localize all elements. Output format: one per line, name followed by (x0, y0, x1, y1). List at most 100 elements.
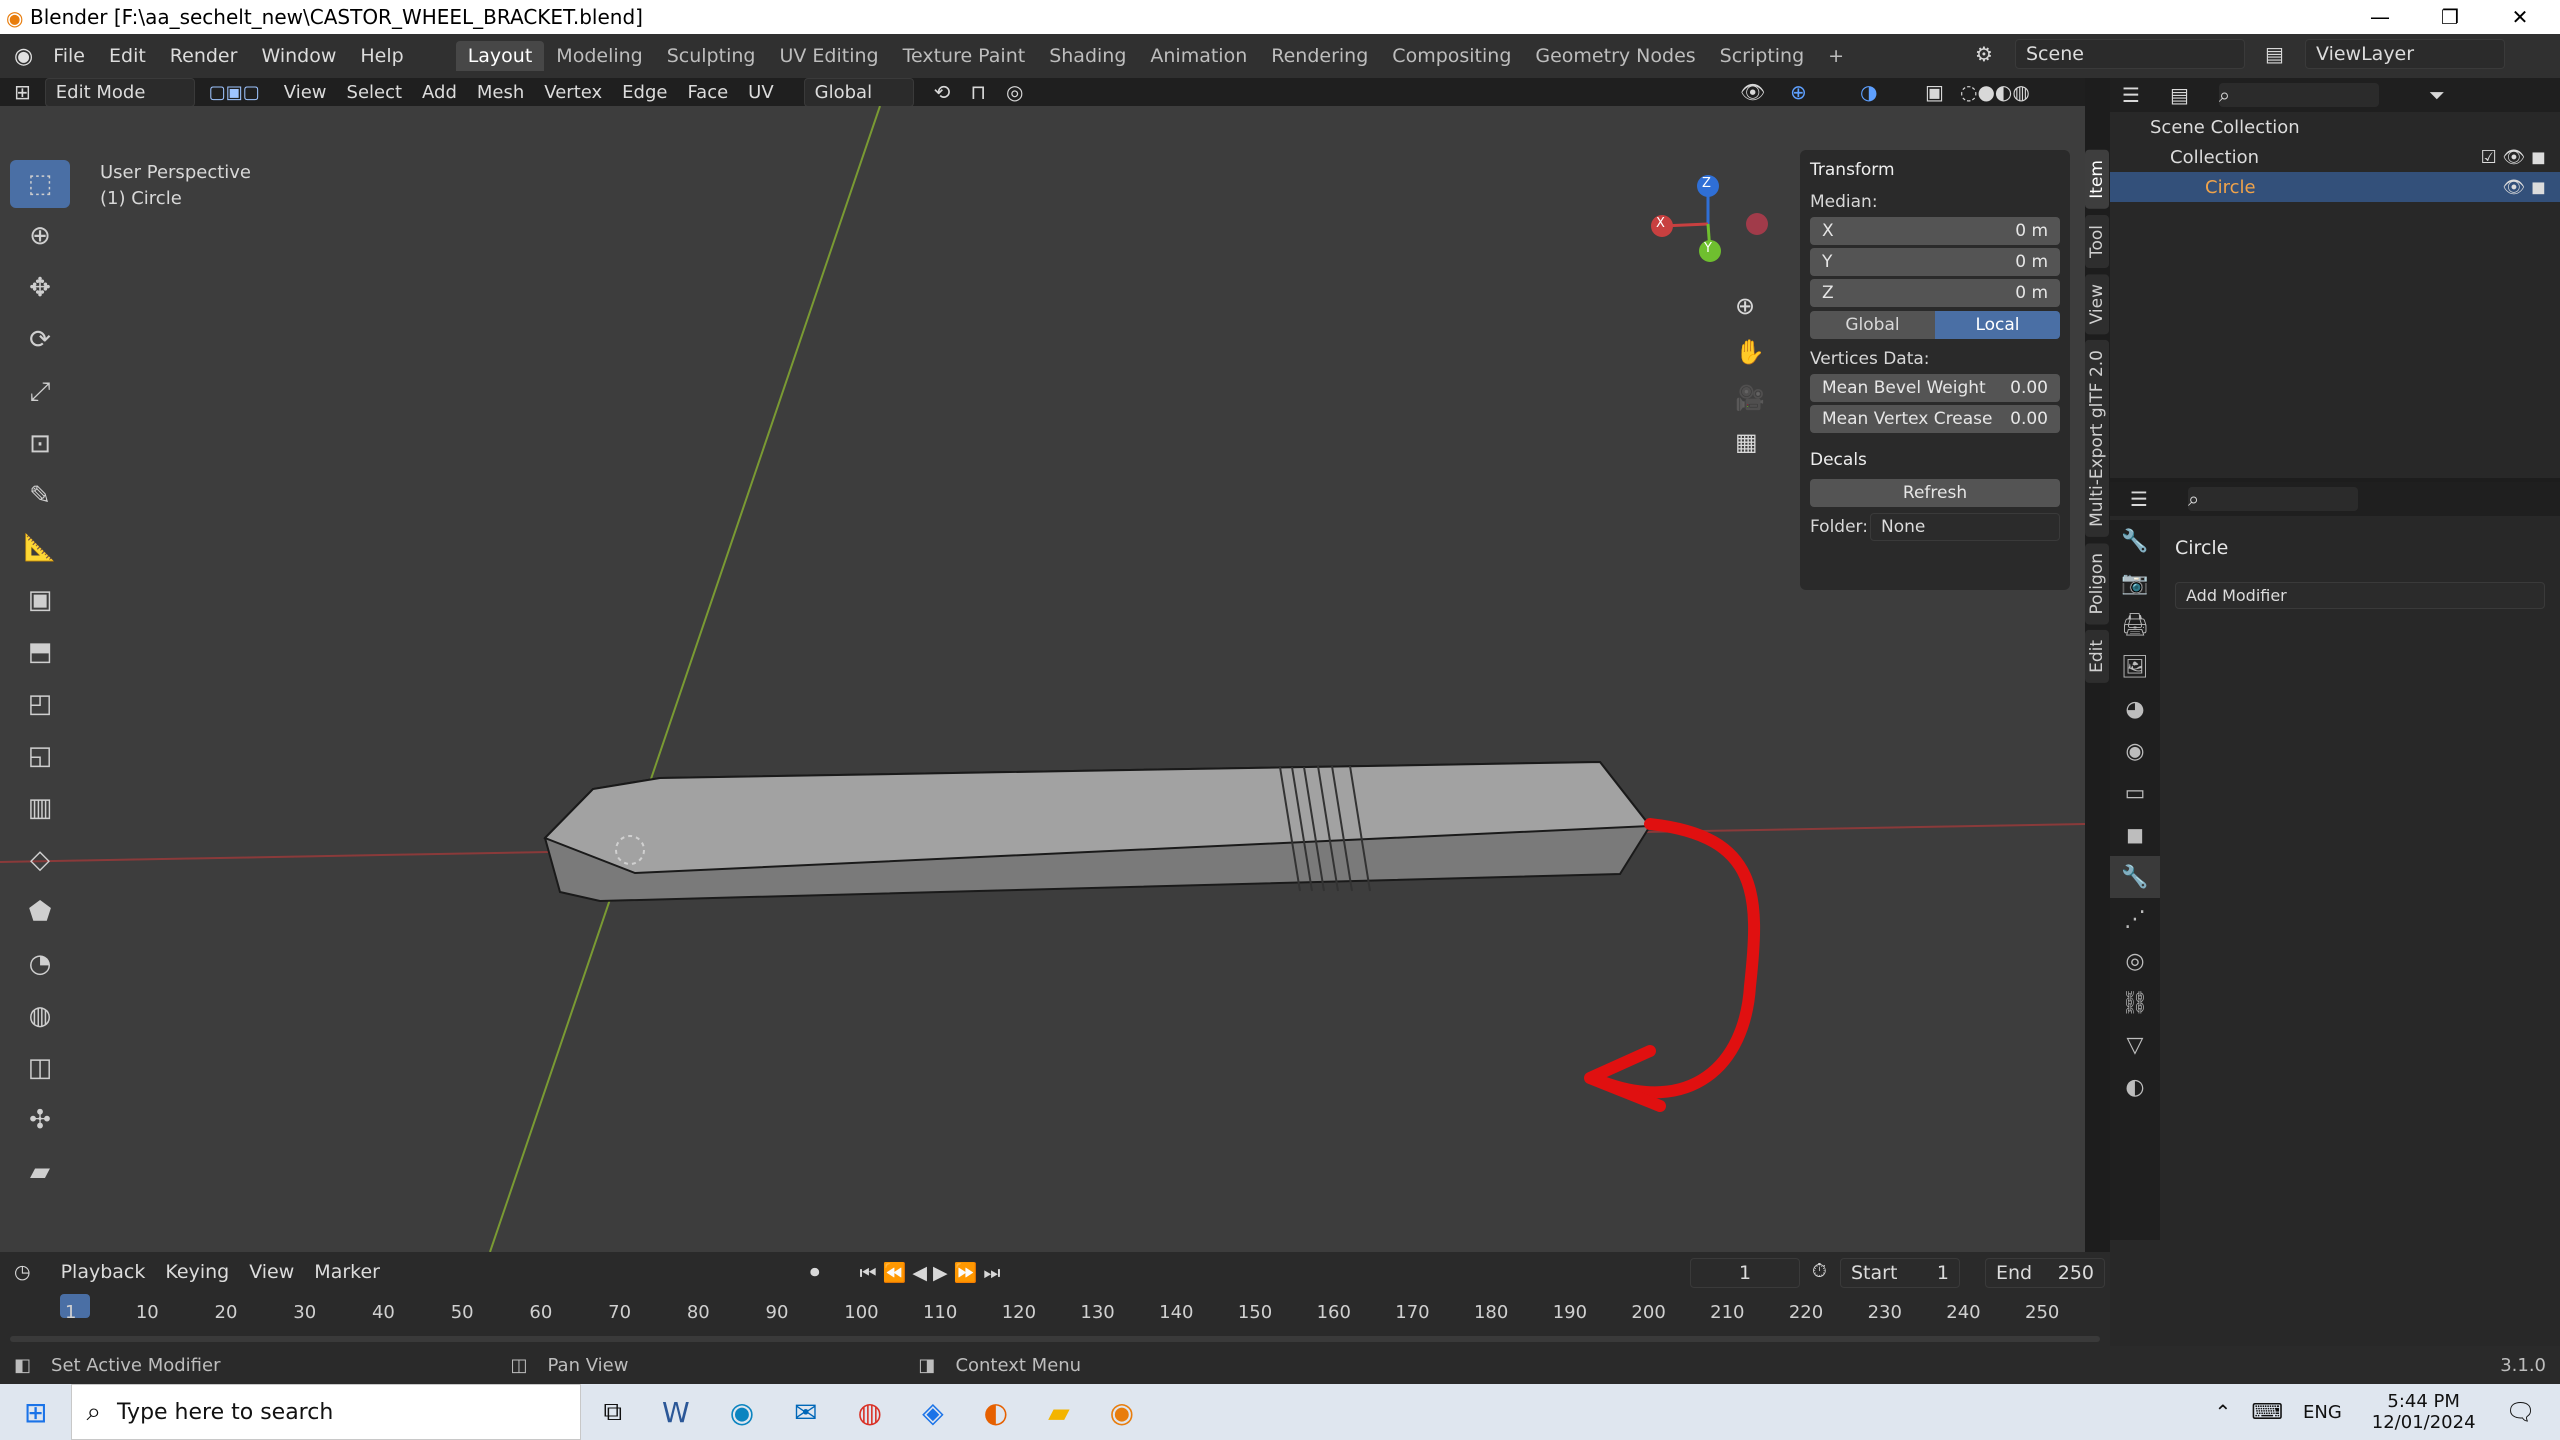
tab-texture-paint[interactable]: Texture Paint (891, 41, 1038, 71)
poly-build-tool-icon[interactable]: ⬟ (10, 888, 70, 936)
current-frame-field[interactable]: 1 (1690, 1258, 1800, 1288)
physics-props-icon[interactable]: ◎ (2110, 940, 2160, 982)
transform-orientation-dropdown[interactable]: Global (803, 77, 914, 107)
restore-button[interactable]: ❐ (2420, 0, 2480, 34)
collection-props-icon[interactable]: ▭ (2110, 772, 2160, 814)
view-layer-props-icon[interactable]: 🖼 (2110, 646, 2160, 688)
camera-view-icon[interactable]: 🎥 (1735, 384, 1765, 412)
material-props-icon[interactable]: ◐ (2110, 1066, 2160, 1108)
menu-face[interactable]: Face (677, 82, 738, 103)
visibility-icon[interactable]: 👁 (1740, 80, 1765, 104)
tool-props-icon[interactable]: 🔧 (2110, 520, 2160, 562)
transform-panel-title[interactable]: Transform (1800, 150, 2070, 184)
median-z-field[interactable]: Z0 m (1810, 279, 2060, 307)
language-indicator[interactable]: ENG (2303, 1402, 2342, 1423)
tab-shading[interactable]: Shading (1037, 41, 1138, 71)
add-modifier-dropdown[interactable]: Add Modifier (2175, 582, 2545, 609)
mode-selector[interactable]: Edit Mode (44, 77, 195, 107)
ortho-toggle-icon[interactable]: ▦ (1735, 428, 1758, 456)
tab-poligon[interactable]: Poligon (2085, 542, 2109, 625)
end-frame-field[interactable]: End 250 (1985, 1258, 2105, 1288)
tab-animation[interactable]: Animation (1138, 41, 1259, 71)
proportional-edit-icon[interactable]: ◎ (1006, 80, 1023, 104)
menu-marker[interactable]: Marker (304, 1261, 390, 1283)
playback-controls-icon[interactable]: ⏮ ⏪ ◀ ▶ ⏩ ⏭ (860, 1261, 1001, 1284)
select-mode-icons[interactable]: ▢▣▢ (209, 82, 260, 103)
timeline-editor-icon[interactable]: ◷ (14, 1261, 31, 1283)
cursor-tool-icon[interactable]: ⊕ (10, 212, 70, 260)
particles-props-icon[interactable]: ⋰ (2110, 898, 2160, 940)
circle-object-row[interactable]: Circle 👁 ◼ (2110, 172, 2560, 202)
median-y-field[interactable]: Y0 m (1810, 248, 2060, 276)
select-box-tool-icon[interactable]: ⬚ (10, 160, 70, 208)
start-frame-field[interactable]: Start 1 (1840, 1258, 1960, 1288)
transform-tool-icon[interactable]: ⊡ (10, 420, 70, 468)
thunderbird-app-icon[interactable]: ◈ (922, 1396, 944, 1429)
menu-select[interactable]: Select (337, 82, 413, 103)
smooth-tool-icon[interactable]: ◍ (10, 992, 70, 1040)
record-icon[interactable]: ⏺ (810, 1261, 820, 1283)
inset-tool-icon[interactable]: ◰ (10, 680, 70, 728)
xray-icon[interactable]: ▣ (1925, 80, 1944, 104)
menu-file[interactable]: File (41, 45, 97, 67)
blender-app-icon[interactable]: ◉ (1110, 1396, 1134, 1429)
tab-scripting[interactable]: Scripting (1708, 41, 1817, 71)
menu-playback[interactable]: Playback (51, 1261, 156, 1283)
data-props-icon[interactable]: ▽ (2110, 1024, 2160, 1066)
zoom-icon[interactable]: ⊕ (1735, 292, 1755, 320)
properties-search-input[interactable]: ⌕ (2187, 487, 2358, 511)
median-x-field[interactable]: X0 m (1810, 217, 2060, 245)
shrink-fatten-tool-icon[interactable]: ✣ (10, 1096, 70, 1144)
world-props-icon[interactable]: ◉ (2110, 730, 2160, 772)
rotate-tool-icon[interactable]: ⟳ (10, 316, 70, 364)
menu-keying[interactable]: Keying (155, 1261, 239, 1283)
knife-tool-icon[interactable]: ◇ (10, 836, 70, 884)
gizmo-toggle-icon[interactable]: ⊕ (1790, 80, 1807, 104)
collection-row[interactable]: Collection ☑ 👁 ◼ (2110, 142, 2560, 172)
minimize-button[interactable]: — (2350, 0, 2410, 34)
menu-window[interactable]: Window (249, 45, 348, 67)
add-cube-tool-icon[interactable]: ▣ (10, 576, 70, 624)
tab-layout[interactable]: Layout (455, 41, 545, 71)
menu-timeline-view[interactable]: View (239, 1261, 304, 1283)
blender-menu-icon[interactable]: ◉ (14, 44, 33, 69)
output-props-icon[interactable]: 🖨 (2110, 604, 2160, 646)
menu-uv[interactable]: UV (738, 82, 784, 103)
mail-app-icon[interactable]: ✉ (794, 1396, 817, 1429)
keyboard-icon[interactable]: ⌨ (2251, 1400, 2283, 1425)
tab-rendering[interactable]: Rendering (1259, 41, 1380, 71)
annotate-tool-icon[interactable]: ✎ (10, 472, 70, 520)
windows-start-icon[interactable]: ⊞ (24, 1396, 47, 1429)
tab-view[interactable]: View (2085, 273, 2109, 335)
shear-tool-icon[interactable]: ▰ (10, 1148, 70, 1196)
word-app-icon[interactable]: W (662, 1396, 690, 1429)
outliner-search-input[interactable]: ⌕ (2218, 83, 2379, 107)
render-props-icon[interactable]: 📷 (2110, 562, 2160, 604)
file-explorer-icon[interactable]: ▰ (1048, 1396, 1070, 1429)
tray-chevron-icon[interactable]: ⌃ (2214, 1400, 2231, 1424)
loop-cut-tool-icon[interactable]: ▥ (10, 784, 70, 832)
add-workspace-button[interactable]: + (1816, 41, 1856, 71)
scene-collection-row[interactable]: Scene Collection (2110, 112, 2560, 142)
move-tool-icon[interactable]: ✥ (10, 264, 70, 312)
menu-render[interactable]: Render (158, 45, 250, 67)
modifier-props-icon[interactable]: 🔧 (2110, 856, 2160, 898)
stopwatch-icon[interactable]: ⏱ (1812, 1260, 1827, 1282)
scale-tool-icon[interactable]: ⤢ (10, 368, 70, 416)
outliner-display-icon[interactable]: ▤ (2170, 83, 2189, 107)
object-props-icon[interactable]: ◼ (2110, 814, 2160, 856)
clock[interactable]: 5:44 PM 12/01/2024 (2372, 1391, 2476, 1433)
menu-add[interactable]: Add (412, 82, 467, 103)
menu-vertex[interactable]: Vertex (534, 82, 612, 103)
tab-item[interactable]: Item (2085, 150, 2109, 209)
task-view-icon[interactable]: ⧉ (603, 1397, 622, 1428)
spin-tool-icon[interactable]: ◔ (10, 940, 70, 988)
timeline-scrollbar[interactable] (10, 1336, 2100, 1342)
taskbar-search-box[interactable]: ⌕ Type here to search (71, 1384, 582, 1440)
menu-mesh[interactable]: Mesh (467, 82, 534, 103)
firefox-app-icon[interactable]: ◐ (984, 1396, 1008, 1429)
menu-view[interactable]: View (274, 82, 337, 103)
overlay-toggle-icon[interactable]: ◑ (1860, 80, 1877, 104)
menu-help[interactable]: Help (348, 45, 415, 67)
local-toggle[interactable]: Local (1935, 311, 2060, 339)
